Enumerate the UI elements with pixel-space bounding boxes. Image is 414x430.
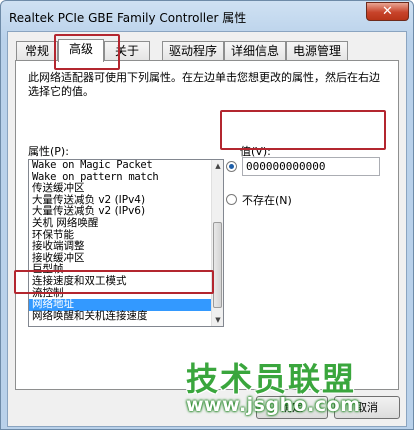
tab-details[interactable]: 详细信息 <box>224 41 286 61</box>
panel-description: 此网络适配器可使用下列属性。在左边单击您想更改的属性，然后在右边选择它的值。 <box>28 71 380 98</box>
tab-driver[interactable]: 驱动程序 <box>162 41 224 61</box>
title-bar[interactable]: Realtek PCIe GBE Family Controller 属性 ✕ <box>1 1 413 31</box>
list-item[interactable]: 接收端调整 <box>29 241 223 253</box>
scroll-down-arrow-icon[interactable]: ▼ <box>214 316 222 324</box>
tab-power-management[interactable]: 电源管理 <box>286 41 348 61</box>
highlight-box-value <box>220 110 386 150</box>
tab-general[interactable]: 常规 <box>16 41 58 61</box>
none-radio-label[interactable]: 不存在(N) <box>242 192 292 208</box>
window-title: Realtek PCIe GBE Family Controller 属性 <box>9 11 247 25</box>
tab-advanced[interactable]: 高级 <box>58 39 104 62</box>
scroll-thumb[interactable] <box>213 222 222 308</box>
close-button[interactable]: ✕ <box>366 2 409 21</box>
scroll-up-arrow-icon[interactable]: ▲ <box>214 162 222 170</box>
highlight-box-network-address <box>14 270 214 294</box>
property-listbox[interactable]: Wake on Magic Packet Wake on pattern mat… <box>28 159 224 327</box>
property-list-scrollbar[interactable]: ▲ ▼ <box>211 160 223 326</box>
property-label: 属性(P): <box>28 145 69 158</box>
list-item[interactable]: Wake on Magic Packet <box>29 160 223 172</box>
value-input[interactable] <box>242 157 380 176</box>
list-item[interactable]: 关机 网络唤醒 <box>29 217 223 230</box>
close-icon: ✕ <box>382 4 393 19</box>
watermark-url: www.jsgho.com <box>186 394 361 416</box>
watermark-logo: 技术员联盟 www.jsgho.com <box>186 362 374 416</box>
none-radio[interactable] <box>226 194 237 205</box>
watermark-text: 技术员联盟 <box>186 360 357 398</box>
list-item[interactable]: 网络唤醒和关机连接速度 <box>29 310 223 323</box>
value-radio[interactable] <box>226 161 237 172</box>
list-item-selected[interactable]: 网络地址 <box>29 299 223 311</box>
